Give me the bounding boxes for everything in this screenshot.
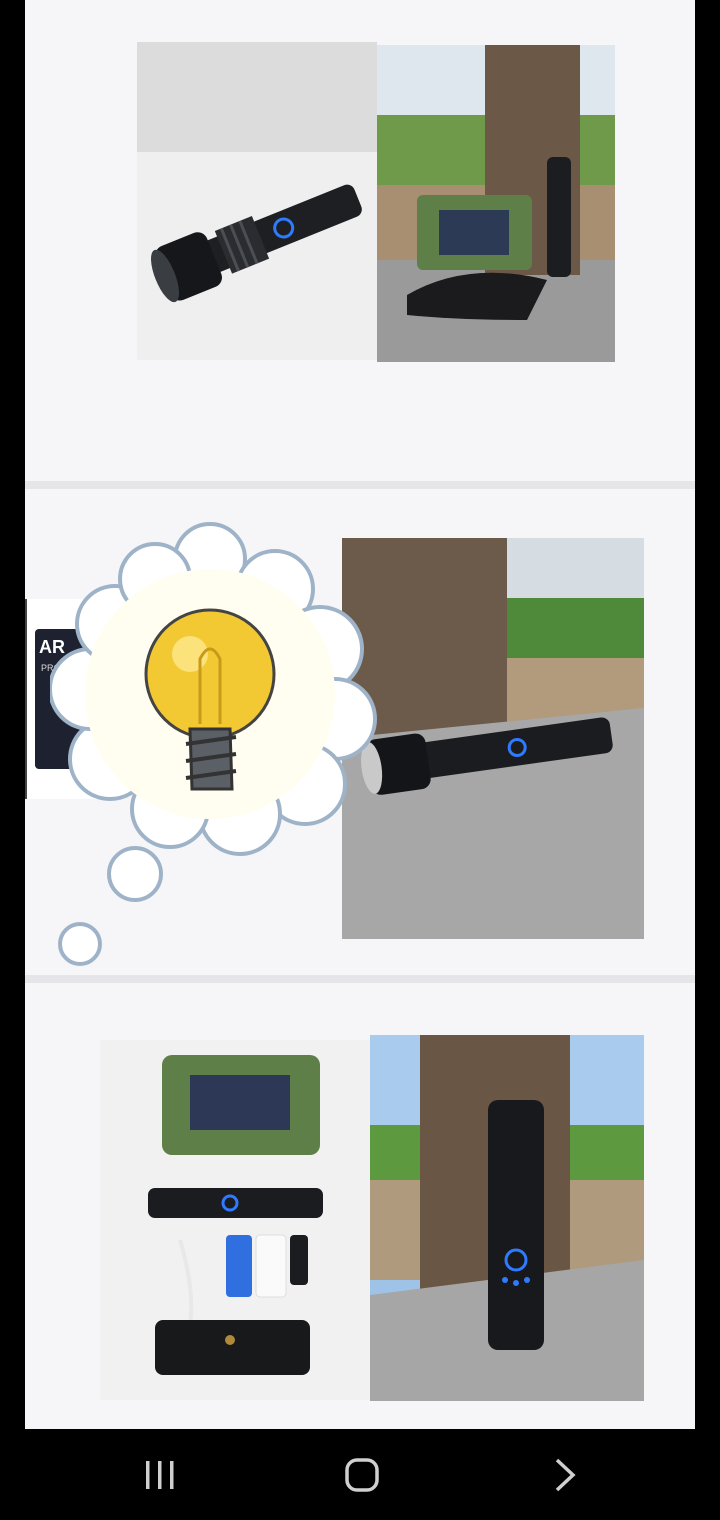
flashlight-outdoor-photo <box>377 45 615 362</box>
flashlight-studio-photo <box>137 42 377 360</box>
recents-button[interactable] <box>100 1430 220 1520</box>
product-image-1[interactable] <box>25 0 695 481</box>
back-icon <box>555 1458 576 1492</box>
home-button[interactable] <box>302 1430 422 1520</box>
back-button[interactable] <box>505 1430 625 1520</box>
product-image-3[interactable] <box>25 983 695 1429</box>
section-divider <box>25 975 695 983</box>
navigation-bar <box>0 1430 720 1520</box>
flashlight-kit-photo <box>100 1040 370 1400</box>
product-image-2[interactable]: AR PROFES <box>25 489 695 975</box>
recents-icon <box>146 1461 174 1489</box>
lightbulb-thought-bubble-icon <box>50 519 390 975</box>
home-icon <box>345 1458 379 1492</box>
flashlight-standing-photo <box>370 1035 644 1401</box>
section-divider <box>25 481 695 489</box>
